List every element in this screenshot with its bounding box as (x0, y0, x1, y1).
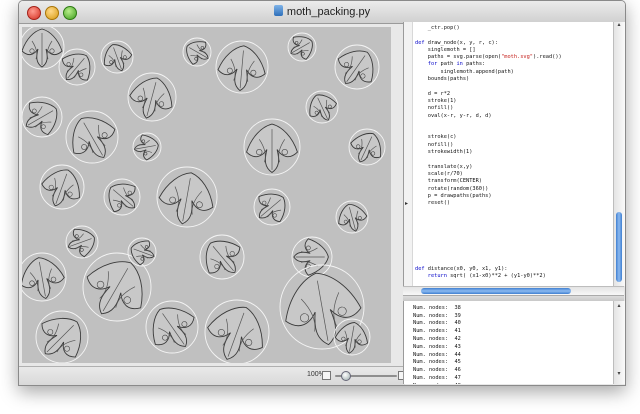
moth-shape (41, 169, 80, 207)
code-line[interactable]: singlemoth.append(path) (415, 69, 613, 76)
moth-shape (72, 117, 116, 158)
editor-hscroll-thumb[interactable] (421, 288, 571, 294)
code-line[interactable]: nofill() (415, 105, 613, 112)
code-line[interactable] (415, 207, 613, 214)
moth-shape (350, 132, 382, 163)
console-line: Num. nodes: 42 (413, 335, 461, 342)
console-scroll-down-icon[interactable]: ▾ (615, 371, 623, 378)
code-line[interactable]: for path in paths: (415, 61, 613, 68)
code-line[interactable] (415, 244, 613, 251)
code-line[interactable]: rotate(random(360)) (415, 186, 613, 193)
moth-shape (338, 203, 368, 232)
editor-gutter: ▸ (404, 22, 413, 286)
console-line: Num. nodes: 40 (413, 320, 461, 327)
console-scrollbar[interactable]: ▴ ▾ (613, 301, 625, 384)
code-line[interactable]: translate(x,y) (415, 164, 613, 171)
code-line[interactable] (415, 83, 613, 90)
moth-shape (129, 77, 173, 119)
editor-scroll-thumb[interactable] (616, 212, 622, 282)
window-title-text: moth_packing.py (286, 6, 371, 18)
code-line[interactable]: scale(r/70) (415, 171, 613, 178)
code-line[interactable] (415, 222, 613, 229)
code-line[interactable]: def draw_node(x, y, r, c): (415, 40, 613, 47)
code-line[interactable] (415, 251, 613, 258)
code-line[interactable] (415, 237, 613, 244)
moth-shape (309, 94, 337, 121)
console-line: Num. nodes: 46 (413, 367, 461, 374)
code-line[interactable]: transform(CENTER) (415, 178, 613, 185)
code-line[interactable]: stroke(1) (415, 98, 613, 105)
console-text: Num. nodes: 37Num. nodes: 38Num. nodes: … (413, 301, 461, 384)
code-line[interactable] (415, 127, 613, 134)
code-line[interactable]: stroke(c) (415, 134, 613, 141)
code-line[interactable]: return sqrt( (x1-x0)**2 + (y1-y0)**2) (415, 273, 613, 280)
moth-shape (22, 28, 63, 68)
code-line[interactable]: p = drawpaths(paths) (415, 193, 613, 200)
moth-shape (293, 238, 329, 276)
console-line: Num. nodes: 43 (413, 343, 461, 350)
output-console[interactable]: Num. nodes: 37Num. nodes: 38Num. nodes: … (403, 301, 614, 384)
moth-shape (186, 41, 209, 65)
moth-shape (205, 240, 241, 274)
moth-shape (207, 306, 263, 360)
moth-shape (152, 307, 195, 347)
moth-shape (290, 36, 313, 60)
moth-shape (258, 193, 286, 223)
moth-drawing (22, 27, 386, 363)
console-line: Num. nodes: 47 (413, 374, 461, 381)
zoom-slider-handle[interactable] (341, 371, 351, 381)
console-line: Num. nodes: 45 (413, 359, 461, 366)
console-line: Num. nodes: 44 (413, 351, 461, 358)
editor-vertical-scrollbar[interactable]: ▴ (613, 22, 625, 286)
python-file-icon (273, 5, 283, 16)
zoom-fit-icon[interactable] (322, 371, 331, 380)
moth-shape (246, 123, 298, 173)
canvas-statusbar: 100% (19, 366, 407, 385)
code-line[interactable] (415, 32, 613, 39)
code-editor[interactable]: ▸ _ctr.pop() def draw_node(x, y, r, c): … (403, 22, 614, 286)
moth-shape (86, 261, 143, 315)
code-line[interactable]: paths = svg.parse(open("moth.svg").read(… (415, 54, 613, 61)
console-scroll-up-icon[interactable]: ▴ (615, 303, 623, 310)
code-line[interactable] (415, 215, 613, 222)
code-line[interactable]: nofill() (415, 142, 613, 149)
code-line[interactable]: strokewidth(1) (415, 149, 613, 156)
code-line[interactable]: d = r*2 (415, 91, 613, 98)
console-line: Num. nodes: 48 (413, 383, 461, 384)
console-line: Num. nodes: 38 (413, 304, 461, 311)
console-line: Num. nodes: 41 (413, 328, 461, 335)
moth-shape (103, 44, 133, 72)
window-title: moth_packing.py (19, 5, 625, 18)
code-line[interactable]: def distance(x0, y0, x1, y1): (415, 266, 613, 273)
console-line: Num. nodes: 39 (413, 312, 461, 319)
code-text[interactable]: _ctr.pop() def draw_node(x, y, r, c): si… (415, 25, 613, 286)
code-line[interactable]: oval(x-r, y-r, d, d) (415, 113, 613, 120)
code-line[interactable]: bounds(paths) (415, 76, 613, 83)
moth-shape (67, 228, 95, 258)
moth-shape (337, 50, 374, 84)
code-line[interactable] (415, 259, 613, 266)
code-line[interactable]: singlemoth = [] (415, 47, 613, 54)
moth-shape (108, 183, 136, 213)
title-bar[interactable]: moth_packing.py (19, 1, 625, 24)
moth-shape (41, 317, 82, 358)
moth-shape (25, 101, 58, 136)
code-line[interactable]: _ctr.pop() (415, 25, 613, 32)
code-line[interactable]: reset() (415, 200, 613, 207)
code-line[interactable] (415, 229, 613, 236)
output-canvas[interactable] (22, 27, 391, 363)
code-line[interactable] (415, 156, 613, 163)
code-line[interactable] (415, 120, 613, 127)
breakpoint-arrow-icon[interactable]: ▸ (405, 200, 408, 207)
